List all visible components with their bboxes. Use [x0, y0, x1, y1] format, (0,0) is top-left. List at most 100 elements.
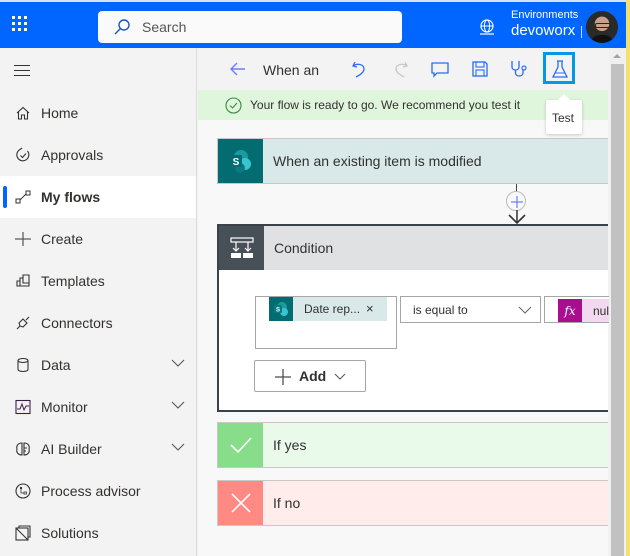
operator-value: is equal to: [413, 303, 468, 317]
sidebar-item-create[interactable]: Create: [0, 218, 196, 260]
sharepoint-icon: S: [218, 139, 263, 183]
top-bar: Search Environments devoworx: [0, 0, 630, 48]
environment-name[interactable]: devoworx: [511, 22, 575, 39]
plus-icon: [511, 196, 523, 208]
condition-header[interactable]: Condition: [219, 226, 608, 270]
condition-label: Condition: [274, 240, 334, 256]
back-arrow-icon[interactable]: [227, 58, 249, 80]
sidebar-item-label: Monitor: [41, 399, 88, 415]
if-yes-branch[interactable]: If yes: [217, 422, 608, 468]
sidebar-item-approvals[interactable]: Approvals: [0, 134, 196, 176]
monitor-icon: [15, 399, 31, 415]
sidebar-item-label: My flows: [41, 189, 101, 205]
sidebar-item-label: Data: [41, 357, 71, 373]
trigger-card[interactable]: S When an existing item is modified: [217, 138, 608, 184]
condition-right-operand[interactable]: fx nul: [544, 296, 614, 323]
database-icon: [17, 357, 29, 373]
divider: [581, 26, 582, 38]
environment-globe-icon[interactable]: [478, 18, 496, 36]
flows-icon: [15, 190, 31, 204]
sharepoint-icon: S: [269, 297, 293, 321]
dynamic-content-token[interactable]: S Date rep... ×: [269, 297, 387, 321]
flow-checker-icon[interactable]: [508, 58, 530, 80]
remove-token-icon[interactable]: ×: [366, 301, 374, 316]
vertical-scrollbar[interactable]: [609, 48, 626, 556]
arrow-down-icon: [508, 210, 526, 224]
connectors-icon: [16, 316, 30, 330]
search-placeholder: Search: [142, 19, 187, 35]
approvals-icon: [16, 147, 30, 162]
flow-designer: When an Your flow is ready to go. We rec…: [198, 48, 614, 556]
active-indicator: [3, 186, 7, 208]
undo-icon[interactable]: [349, 58, 371, 80]
user-avatar[interactable]: [586, 11, 618, 43]
if-no-label: If no: [273, 495, 301, 511]
sidebar-item-monitor[interactable]: Monitor: [0, 386, 196, 428]
app-launcher-icon[interactable]: [12, 16, 30, 34]
if-no-branch[interactable]: If no: [217, 480, 608, 526]
environments-label: Environments: [511, 9, 579, 21]
templates-icon: [16, 274, 30, 287]
comment-icon[interactable]: [429, 58, 451, 80]
brain-icon: [16, 442, 30, 456]
search-icon: [114, 19, 130, 35]
token-label: nul: [593, 304, 610, 318]
test-tooltip: Test: [546, 94, 582, 134]
sidebar-item-home[interactable]: Home: [0, 92, 196, 134]
hamburger-menu-icon[interactable]: [14, 65, 30, 77]
condition-icon: [219, 226, 264, 270]
sidebar-item-label: Create: [41, 231, 84, 247]
sidebar-item-label: Solutions: [41, 525, 99, 541]
sidebar-item-label: Home: [41, 105, 79, 121]
power-automate-window: Search Environments devoworx Home Approv…: [0, 0, 630, 556]
checkmark-icon: [218, 423, 263, 467]
condition-operator-dropdown[interactable]: is equal to: [400, 296, 541, 323]
scrollbar-thumb[interactable]: [611, 64, 624, 556]
sidebar-item-label: AI Builder: [41, 441, 102, 457]
sidebar: Home Approvals My flows Create Templates…: [0, 48, 197, 556]
trigger-label: When an existing item is modified: [273, 153, 482, 169]
test-button[interactable]: [543, 52, 575, 84]
solutions-icon: [15, 525, 31, 541]
designer-toolbar: When an: [198, 48, 608, 90]
home-icon: [16, 106, 30, 120]
svg-text:S: S: [233, 157, 240, 168]
flow-title[interactable]: When an: [263, 62, 319, 78]
scroll-up-arrow-icon[interactable]: [613, 54, 621, 58]
tooltip-text: Test: [552, 111, 575, 125]
chevron-down-icon: [518, 306, 532, 314]
fx-icon: fx: [558, 299, 582, 322]
sidebar-item-process-advisor[interactable]: Process advisor: [0, 470, 196, 512]
sidebar-item-data[interactable]: Data: [0, 344, 196, 386]
chevron-down-icon[interactable]: [171, 400, 185, 410]
if-yes-label: If yes: [273, 437, 307, 453]
sidebar-item-solutions[interactable]: Solutions: [0, 512, 196, 554]
plus-icon: [275, 369, 291, 385]
redo-icon[interactable]: [389, 58, 411, 80]
chevron-down-icon: [334, 373, 346, 380]
insert-step-button[interactable]: [506, 191, 526, 211]
banner-message: Your flow is ready to go. We recommend y…: [250, 98, 521, 112]
add-condition-button[interactable]: Add: [254, 360, 366, 392]
test-flask-icon: [551, 60, 569, 78]
token-label: Date rep...: [304, 302, 361, 316]
sidebar-item-label: Approvals: [41, 147, 104, 163]
chevron-down-icon[interactable]: [171, 358, 185, 368]
chevron-down-icon[interactable]: [171, 442, 185, 452]
svg-text:S: S: [276, 308, 280, 314]
sidebar-item-ai-builder[interactable]: AI Builder: [0, 428, 196, 470]
check-circle-icon: [225, 97, 242, 114]
expression-token[interactable]: fx nul: [558, 299, 614, 322]
condition-card: Condition S Date rep... × is equal to fx: [217, 224, 614, 412]
sidebar-item-my-flows[interactable]: My flows: [0, 176, 196, 218]
search-input[interactable]: Search: [98, 11, 402, 43]
sidebar-item-connectors[interactable]: Connectors: [0, 302, 196, 344]
condition-left-operand[interactable]: S Date rep... ×: [255, 296, 397, 349]
add-label: Add: [299, 368, 327, 384]
sidebar-item-templates[interactable]: Templates: [0, 260, 196, 302]
save-icon[interactable]: [469, 58, 491, 80]
plus-icon: [15, 232, 31, 246]
sidebar-item-label: Connectors: [41, 315, 113, 331]
process-advisor-icon: [15, 483, 31, 499]
window-edge: [626, 0, 630, 556]
